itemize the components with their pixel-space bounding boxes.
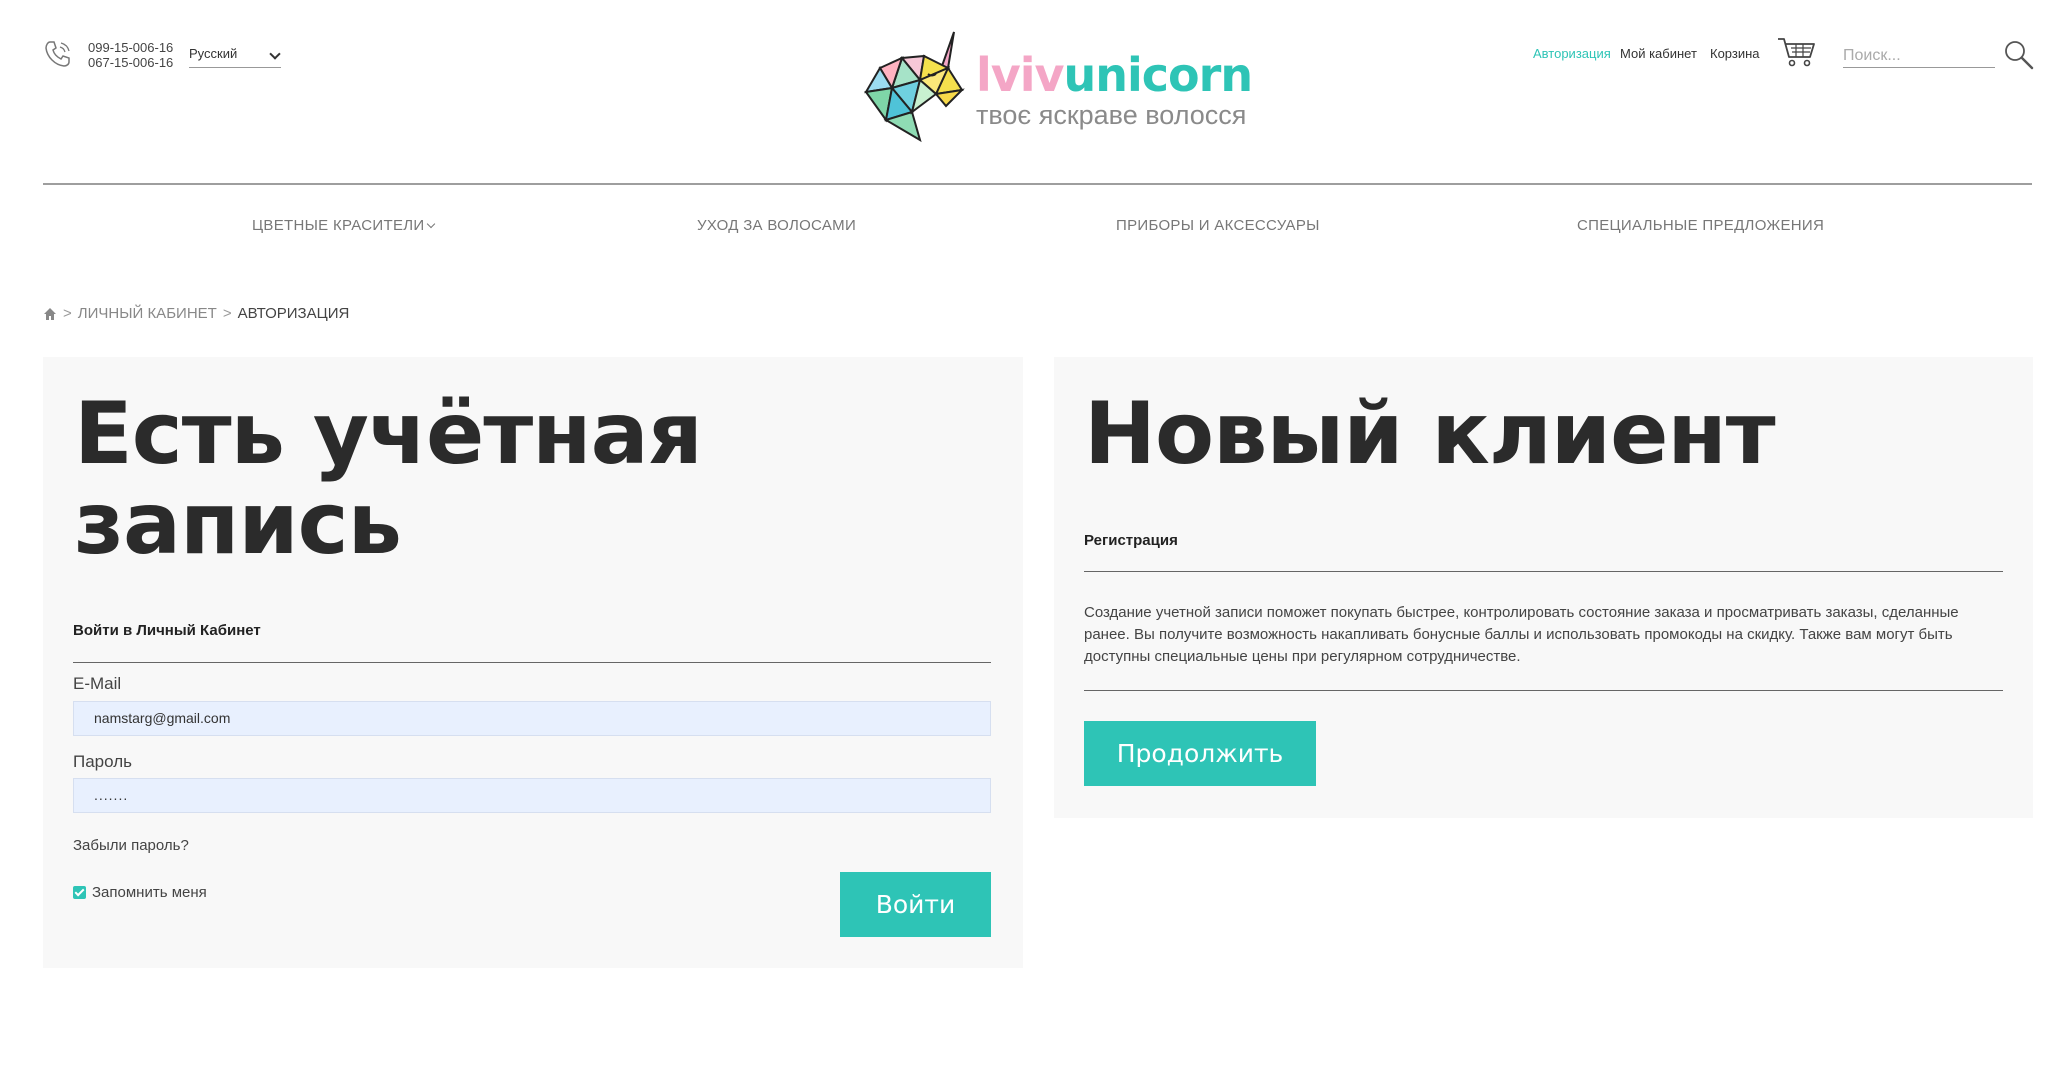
forgot-password-link[interactable]: Забыли пароль?	[73, 837, 189, 854]
email-field[interactable]: namstarg@gmail.com	[73, 701, 991, 736]
cart-link[interactable]: Корзина	[1710, 46, 1760, 61]
nav-item-dyes[interactable]: ЦВЕТНЫЕ КРАСИТЕЛИ	[252, 217, 436, 234]
logo-tagline: твоє яскраве волосся	[976, 100, 1247, 130]
phone-number-1[interactable]: 099-15-006-16	[88, 40, 173, 55]
breadcrumb-cabinet[interactable]: ЛИЧНЫЙ КАБИНЕТ	[78, 305, 217, 322]
register-title: Новый клиент	[1084, 384, 1776, 484]
logo-word-part2: unicorn	[1063, 48, 1254, 102]
header-divider	[43, 183, 2032, 185]
cabinet-link[interactable]: Мой кабинет	[1620, 46, 1697, 61]
language-select[interactable]: Русский	[189, 46, 281, 68]
email-label: E-Mail	[73, 674, 122, 693]
chevron-down-icon	[269, 48, 281, 60]
phone-numbers: 099-15-006-16 067-15-006-16	[88, 40, 173, 70]
site-header: 099-15-006-16 067-15-006-16 Русский lviv…	[0, 0, 2072, 185]
cart-icon[interactable]	[1776, 36, 1816, 68]
home-icon[interactable]	[43, 307, 57, 321]
breadcrumb-separator: >	[222, 305, 232, 322]
register-description: Создание учетной записи поможет покупать…	[1084, 604, 1959, 665]
nav-item-hair-care[interactable]: УХОД ЗА ВОЛОСАМИ	[697, 217, 856, 234]
register-subtitle: Регистрация	[1084, 532, 1178, 549]
register-divider-top	[1084, 571, 2003, 572]
login-subtitle: Войти в Личный Кабинет	[73, 622, 261, 639]
auth-link[interactable]: Авторизация	[1533, 46, 1611, 61]
chevron-down-icon	[427, 219, 436, 229]
password-field[interactable]: .......	[73, 778, 991, 813]
nav-item-label: ЦВЕТНЫЕ КРАСИТЕЛИ	[252, 217, 425, 234]
breadcrumb-separator: >	[63, 305, 72, 322]
search-input[interactable]	[1843, 44, 1995, 68]
breadcrumb: > ЛИЧНЫЙ КАБИНЕТ > АВТОРИЗАЦИЯ	[43, 305, 349, 322]
register-panel: Новый клиент Регистрация Создание учетно…	[1054, 357, 2033, 818]
breadcrumb-current: АВТОРИЗАЦИЯ	[237, 305, 350, 322]
nav-item-special-offers[interactable]: СПЕЦИАЛЬНЫЕ ПРЕДЛОЖЕНИЯ	[1577, 217, 1824, 234]
login-divider	[73, 662, 991, 663]
nav-item-devices[interactable]: ПРИБОРЫ И АКСЕССУАРЫ	[1116, 217, 1320, 234]
phone-icon	[45, 41, 70, 67]
logo-word-part1: lviv	[976, 48, 1065, 102]
language-selected: Русский	[189, 46, 238, 61]
search-icon[interactable]	[2002, 38, 2034, 70]
password-label: Пароль	[73, 752, 132, 771]
remember-checkbox[interactable]	[73, 886, 86, 899]
remember-me[interactable]: Запомнить меня	[73, 884, 207, 901]
phone-number-2[interactable]: 067-15-006-16	[88, 55, 173, 70]
logo-wordmark: lvivunicorn	[976, 48, 1254, 102]
login-title: Есть учётная запись	[74, 384, 703, 574]
register-divider-bottom	[1084, 690, 2003, 691]
site-logo[interactable]: lvivunicorn твоє яскраве волосся	[862, 28, 1253, 148]
continue-button[interactable]: Продолжить	[1084, 721, 1316, 786]
remember-label: Запомнить меня	[92, 884, 207, 901]
login-panel: Есть учётная запись Войти в Личный Кабин…	[43, 357, 1023, 968]
unicorn-logo-icon	[864, 31, 965, 143]
login-button[interactable]: Войти	[840, 872, 991, 937]
